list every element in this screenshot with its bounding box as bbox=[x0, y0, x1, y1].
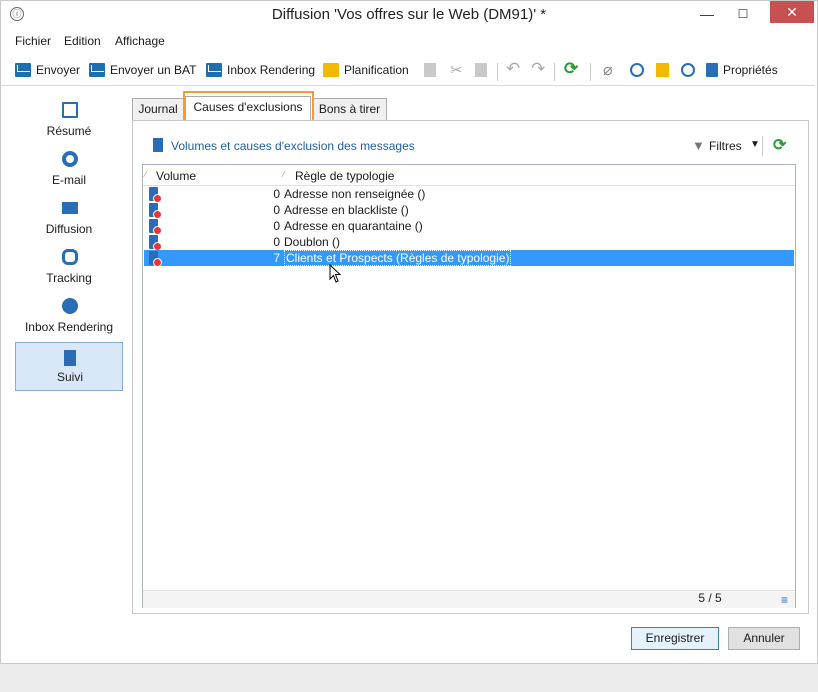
inbox-rendering-button[interactable]: Inbox Rendering bbox=[206, 61, 315, 79]
menu-affichage[interactable]: Affichage bbox=[115, 34, 165, 48]
row-volume: 0 bbox=[273, 235, 280, 249]
refresh-icon[interactable]: ⟳ bbox=[773, 135, 786, 155]
envoyer-bat-label: Envoyer un BAT bbox=[110, 63, 197, 77]
row-rule: Adresse en blackliste () bbox=[284, 203, 409, 217]
sidebar-item-suivi[interactable]: Suivi bbox=[15, 342, 123, 391]
toolbar: Envoyer Envoyer un BAT Inbox Rendering P… bbox=[1, 55, 815, 86]
sidebar-item-email[interactable]: E-mail bbox=[15, 147, 123, 193]
gift-icon[interactable] bbox=[656, 63, 669, 77]
row-volume: 7 bbox=[273, 251, 280, 265]
globe-icon bbox=[62, 298, 78, 314]
inbox-rendering-label: Inbox Rendering bbox=[227, 63, 316, 77]
copy-icon[interactable] bbox=[424, 63, 436, 77]
lifebuoy-icon bbox=[62, 151, 78, 167]
paste-icon[interactable] bbox=[475, 63, 487, 77]
tab-journal[interactable]: Journal bbox=[132, 98, 184, 120]
table-row[interactable]: 0 Adresse en blackliste () bbox=[144, 202, 794, 219]
row-rule: Doublon () bbox=[284, 235, 341, 249]
maximize-icon[interactable]: ☐ bbox=[728, 2, 758, 26]
row-volume: 0 bbox=[273, 187, 280, 201]
header-separator bbox=[762, 136, 763, 156]
attachment-icon[interactable]: ⌀ bbox=[603, 60, 613, 80]
list-menu-icon[interactable]: ≡ bbox=[781, 593, 788, 607]
cut-icon[interactable]: ✂ bbox=[450, 61, 463, 79]
tracking-link-icon bbox=[62, 249, 78, 265]
menu-bar: Fichier Edition Affichage bbox=[1, 31, 815, 52]
row-rule: Clients et Prospects (Règles de typologi… bbox=[284, 250, 512, 266]
envoyer-bat-button[interactable]: Envoyer un BAT bbox=[89, 61, 196, 79]
panel-heading: Volumes et causes d'exclusion des messag… bbox=[171, 139, 415, 153]
gauge-icon[interactable] bbox=[681, 63, 695, 77]
toolbar-separator bbox=[497, 63, 498, 81]
row-rule: Adresse non renseignée () bbox=[284, 187, 426, 201]
table-row[interactable]: 0 Adresse en quarantaine () bbox=[144, 218, 794, 235]
sidebar-item-label: Tracking bbox=[46, 271, 92, 285]
filter-icon: ▼ bbox=[692, 138, 705, 153]
row-rule: Adresse en quarantaine () bbox=[284, 219, 423, 233]
menu-fichier[interactable]: Fichier bbox=[15, 34, 51, 48]
summary-icon bbox=[62, 102, 78, 118]
exclusion-icon bbox=[153, 138, 163, 152]
sidebar-item-label: Suivi bbox=[56, 370, 83, 384]
panel-header: Volumes et causes d'exclusion des messag… bbox=[142, 135, 798, 157]
table-row[interactable]: 0 Adresse non renseignée () bbox=[144, 186, 794, 203]
clipboard-icon bbox=[706, 63, 718, 77]
chevron-down-icon[interactable]: ▼ bbox=[750, 139, 760, 150]
envoyer-button[interactable]: Envoyer bbox=[15, 61, 80, 79]
sidebar-item-label: Diffusion bbox=[45, 222, 93, 236]
envelope-check-icon bbox=[89, 63, 105, 77]
sidebar-item-inbox-rendering[interactable]: Inbox Rendering bbox=[15, 294, 123, 340]
planification-button[interactable]: Planification bbox=[323, 61, 409, 79]
row-volume: 0 bbox=[273, 203, 280, 217]
cancel-button[interactable]: Annuler bbox=[728, 627, 800, 650]
minimize-icon[interactable]: — bbox=[692, 2, 722, 26]
link-icon[interactable] bbox=[630, 63, 644, 77]
planification-label: Planification bbox=[344, 63, 409, 77]
row-volume: 0 bbox=[273, 219, 280, 233]
undo-icon[interactable]: ↶ bbox=[506, 59, 520, 79]
envelope-icon bbox=[15, 63, 31, 77]
sidebar: Résumé E-mail Diffusion Tracking Inbox R… bbox=[9, 92, 130, 614]
sidebar-item-tracking[interactable]: Tracking bbox=[15, 245, 123, 291]
calendar-icon bbox=[323, 63, 339, 77]
filters-dropdown[interactable]: Filtres bbox=[709, 139, 742, 153]
sidebar-item-label: Inbox Rendering bbox=[24, 320, 114, 334]
diffusion-icon bbox=[62, 202, 78, 214]
toolbar-separator bbox=[554, 63, 555, 81]
save-button[interactable]: Enregistrer bbox=[631, 627, 719, 650]
table-row[interactable]: 0 Doublon () bbox=[144, 234, 794, 251]
sidebar-item-label: Résumé bbox=[46, 124, 92, 138]
close-icon[interactable]: ✕ bbox=[770, 1, 814, 23]
menu-edition[interactable]: Edition bbox=[64, 34, 101, 48]
tab-bons-a-tirer[interactable]: Bons à tirer bbox=[312, 98, 387, 120]
proprietes-label: Propriétés bbox=[723, 63, 778, 77]
table-row-selected[interactable]: 7 Clients et Prospects (Règles de typolo… bbox=[144, 250, 794, 267]
followup-icon bbox=[64, 350, 76, 366]
envoyer-label: Envoyer bbox=[36, 63, 81, 77]
sidebar-item-diffusion[interactable]: Diffusion bbox=[15, 196, 123, 242]
redo-icon[interactable]: ↷ bbox=[531, 59, 545, 79]
sidebar-item-resume[interactable]: Résumé bbox=[15, 98, 123, 144]
proprietes-button[interactable]: Propriétés bbox=[706, 61, 778, 79]
mouse-cursor-icon bbox=[329, 264, 342, 283]
refresh-icon[interactable]: ⟳ bbox=[564, 59, 578, 79]
toolbar-separator bbox=[590, 63, 591, 81]
record-count: 5 / 5 bbox=[698, 591, 722, 605]
envelope-check-icon bbox=[206, 63, 222, 77]
sidebar-item-label: E-mail bbox=[51, 173, 86, 187]
